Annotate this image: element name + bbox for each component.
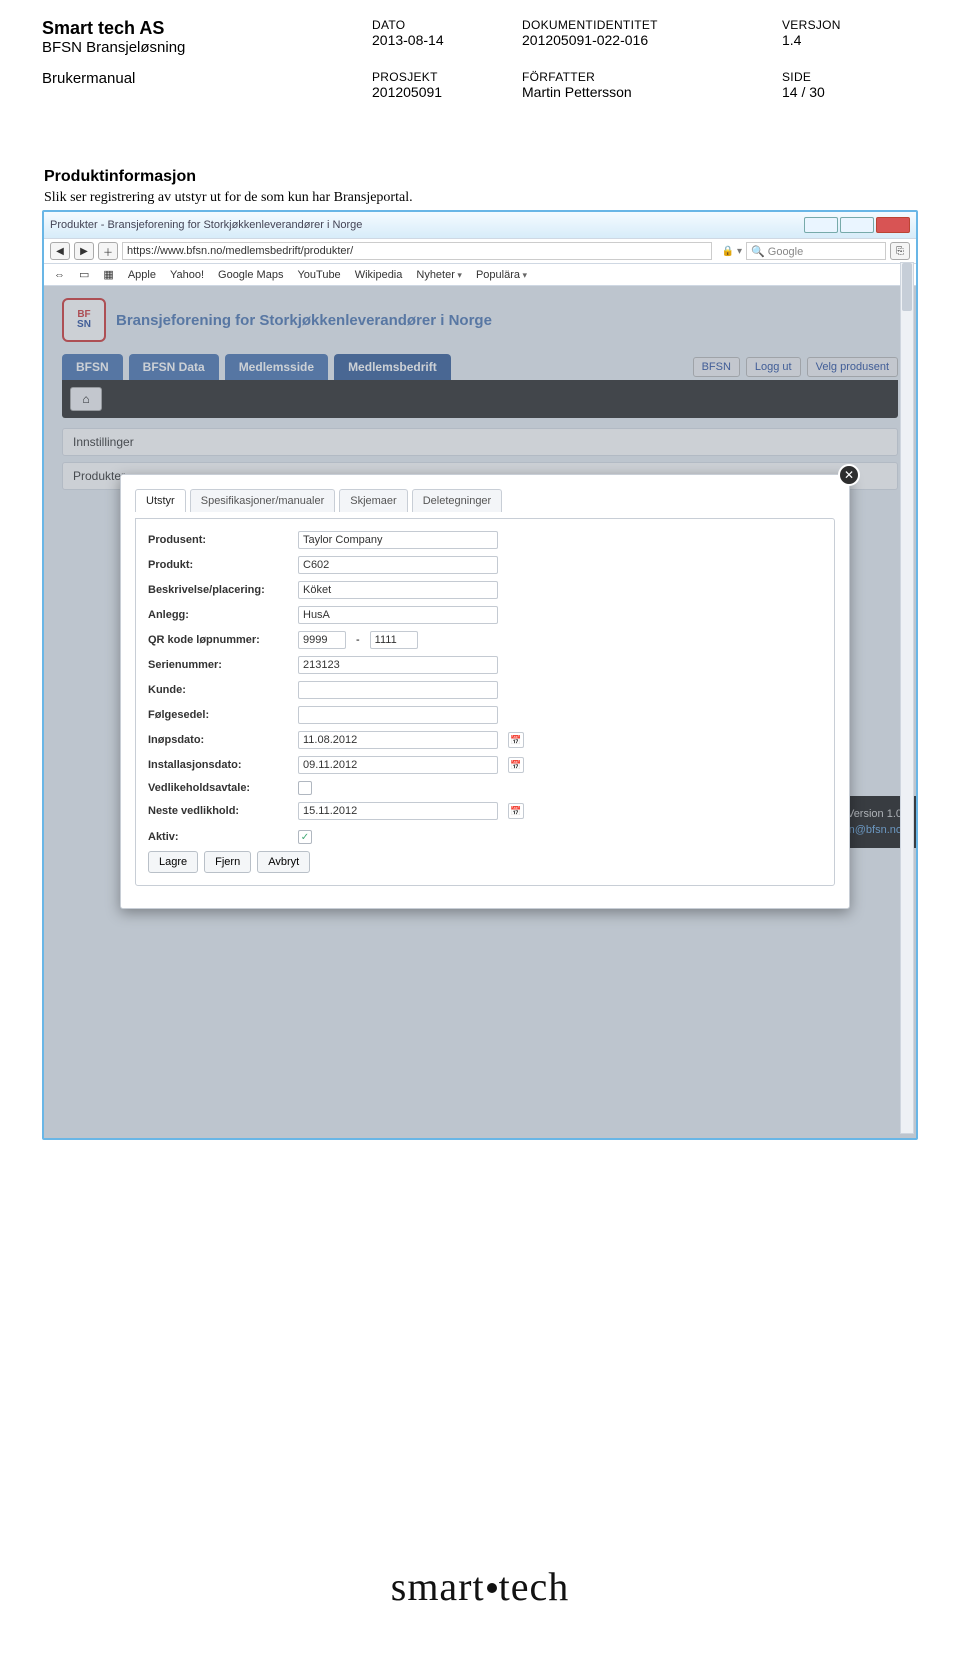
search-placeholder: 🔍 Google — [751, 245, 803, 258]
bookmarks-bar: ⇔ ▭ ▦ Apple Yahoo! Google Maps YouTube W… — [44, 264, 916, 286]
inopsdato-label: Inøpsdato: — [148, 734, 288, 746]
product-name: BFSN Bransjeløsning — [42, 39, 372, 56]
bookmark-item[interactable]: YouTube — [297, 269, 340, 281]
document-header: Smart tech AS BFSN Bransjeløsning DATO 2… — [0, 0, 960, 108]
date-value: 2013-08-14 — [372, 32, 522, 48]
nav-back-button[interactable]: ◀ — [50, 242, 70, 260]
bookmark-item[interactable]: Nyheter — [416, 269, 462, 281]
sidebar-icon[interactable]: ⇔ — [54, 269, 65, 281]
produsent-input[interactable]: Taylor Company — [298, 531, 498, 549]
qr-label: QR kode løpnummer: — [148, 634, 288, 646]
screenshot-window: Produkter - Bransjeforening for Storkjøk… — [42, 210, 918, 1140]
vedavtale-label: Vedlikeholdsavtale: — [148, 782, 288, 794]
beskrivelse-label: Beskrivelse/placering: — [148, 584, 288, 596]
section-body: Slik ser registrering av utstyr ut for d… — [44, 190, 916, 206]
modal-tab-deletegninger[interactable]: Deletegninger — [412, 489, 503, 512]
dot-icon — [487, 1583, 497, 1593]
anlegg-input[interactable]: HusA — [298, 606, 498, 624]
version-label: VERSJON — [782, 18, 902, 32]
page-label: SIDE — [782, 70, 902, 84]
bookmark-item[interactable]: Apple — [128, 269, 156, 281]
window-title: Produkter - Bransjeforening for Storkjøk… — [50, 219, 804, 231]
bookmark-item[interactable]: Google Maps — [218, 269, 283, 281]
nav-forward-button[interactable]: ▶ — [74, 242, 94, 260]
window-titlebar: Produkter - Bransjeforening for Storkjøk… — [44, 212, 916, 238]
browser-toolbar: ◀ ▶ ＋ https://www.bfsn.no/medlemsbedrift… — [44, 238, 916, 264]
instdato-input[interactable]: 09.11.2012 — [298, 756, 498, 774]
version-value: 1.4 — [782, 32, 902, 48]
instdato-label: Installasjonsdato: — [148, 759, 288, 771]
page-value: 14 / 30 — [782, 84, 902, 100]
anlegg-label: Anlegg: — [148, 609, 288, 621]
produkt-label: Produkt: — [148, 559, 288, 571]
newtab-button[interactable]: ⎘ — [890, 242, 910, 260]
serie-label: Serienummer: — [148, 659, 288, 671]
website-body: BF SN Bransjeforening for Storkjøkkenlev… — [44, 286, 916, 1140]
author-label: FÖRFATTER — [522, 70, 782, 84]
window-close-button[interactable] — [876, 217, 910, 233]
docid-label: DOKUMENTIDENTITET — [522, 18, 782, 32]
window-minimize-button[interactable] — [804, 217, 838, 233]
folgesedel-input[interactable] — [298, 706, 498, 724]
window-maximize-button[interactable] — [840, 217, 874, 233]
save-button[interactable]: Lagre — [148, 851, 198, 873]
nestevedl-label: Neste vedlikhold: — [148, 805, 288, 817]
qr-input-2[interactable]: 1111 — [370, 631, 418, 649]
scrollbar-thumb[interactable] — [902, 263, 912, 311]
company-name: Smart tech AS — [42, 18, 372, 39]
aktiv-label: Aktiv: — [148, 831, 288, 843]
produsent-label: Produsent: — [148, 534, 288, 546]
readinglist-icon[interactable]: ▭ — [79, 268, 89, 281]
calendar-icon[interactable]: 📅 — [508, 732, 524, 748]
aktiv-checkbox[interactable]: ✓ — [298, 830, 312, 844]
section: Produktinformasjon Slik ser registrering… — [0, 108, 960, 206]
calendar-icon[interactable]: 📅 — [508, 757, 524, 773]
modal-tabs: Utstyr Spesifikasjoner/manualer Skjemaer… — [135, 489, 835, 512]
cancel-button[interactable]: Avbryt — [257, 851, 310, 873]
footer-logo: smarttech — [0, 1563, 960, 1610]
project-value: 201205091 — [372, 84, 522, 100]
modal-body: Produsent: Taylor Company Produkt: C602 Be… — [135, 518, 835, 886]
calendar-icon[interactable]: 📅 — [508, 803, 524, 819]
serie-input[interactable]: 213123 — [298, 656, 498, 674]
browser-scrollbar[interactable] — [900, 262, 914, 1134]
manual-title: Brukermanual — [42, 70, 372, 87]
modal-close-button[interactable]: ✕ — [838, 464, 860, 486]
search-field[interactable]: 🔍 Google — [746, 242, 886, 260]
nav-add-button[interactable]: ＋ — [98, 242, 118, 260]
bookmark-item[interactable]: Yahoo! — [170, 269, 204, 281]
nestevedl-input[interactable]: 15.11.2012 — [298, 802, 498, 820]
modal-tab-skjemaer[interactable]: Skjemaer — [339, 489, 407, 512]
docid-value: 201205091-022-016 — [522, 32, 782, 48]
beskrivelse-input[interactable]: Köket — [298, 581, 498, 599]
section-title: Produktinformasjon — [44, 168, 916, 186]
date-label: DATO — [372, 18, 522, 32]
inopsdato-input[interactable]: 11.08.2012 — [298, 731, 498, 749]
author-value: Martin Pettersson — [522, 84, 782, 100]
vedavtale-checkbox[interactable] — [298, 781, 312, 795]
qr-input-1[interactable]: 9999 — [298, 631, 346, 649]
modal-tab-spesifikasjoner[interactable]: Spesifikasjoner/manualer — [190, 489, 336, 512]
kunde-label: Kunde: — [148, 684, 288, 696]
product-modal: ✕ Utstyr Spesifikasjoner/manualer Skjema… — [120, 474, 850, 909]
bookmark-item[interactable]: Wikipedia — [355, 269, 403, 281]
project-label: PROSJEKT — [372, 70, 522, 84]
lock-icon: 🔒 ▾ — [722, 246, 742, 257]
produkt-input[interactable]: C602 — [298, 556, 498, 574]
kunde-input[interactable] — [298, 681, 498, 699]
url-field[interactable]: https://www.bfsn.no/medlemsbedrift/produ… — [122, 242, 712, 260]
grid-icon[interactable]: ▦ — [103, 268, 113, 281]
url-text: https://www.bfsn.no/medlemsbedrift/produ… — [127, 245, 353, 257]
remove-button[interactable]: Fjern — [204, 851, 251, 873]
modal-tab-utstyr[interactable]: Utstyr — [135, 489, 186, 512]
folgesedel-label: Følgesedel: — [148, 709, 288, 721]
bookmark-item[interactable]: Populära — [476, 269, 527, 281]
